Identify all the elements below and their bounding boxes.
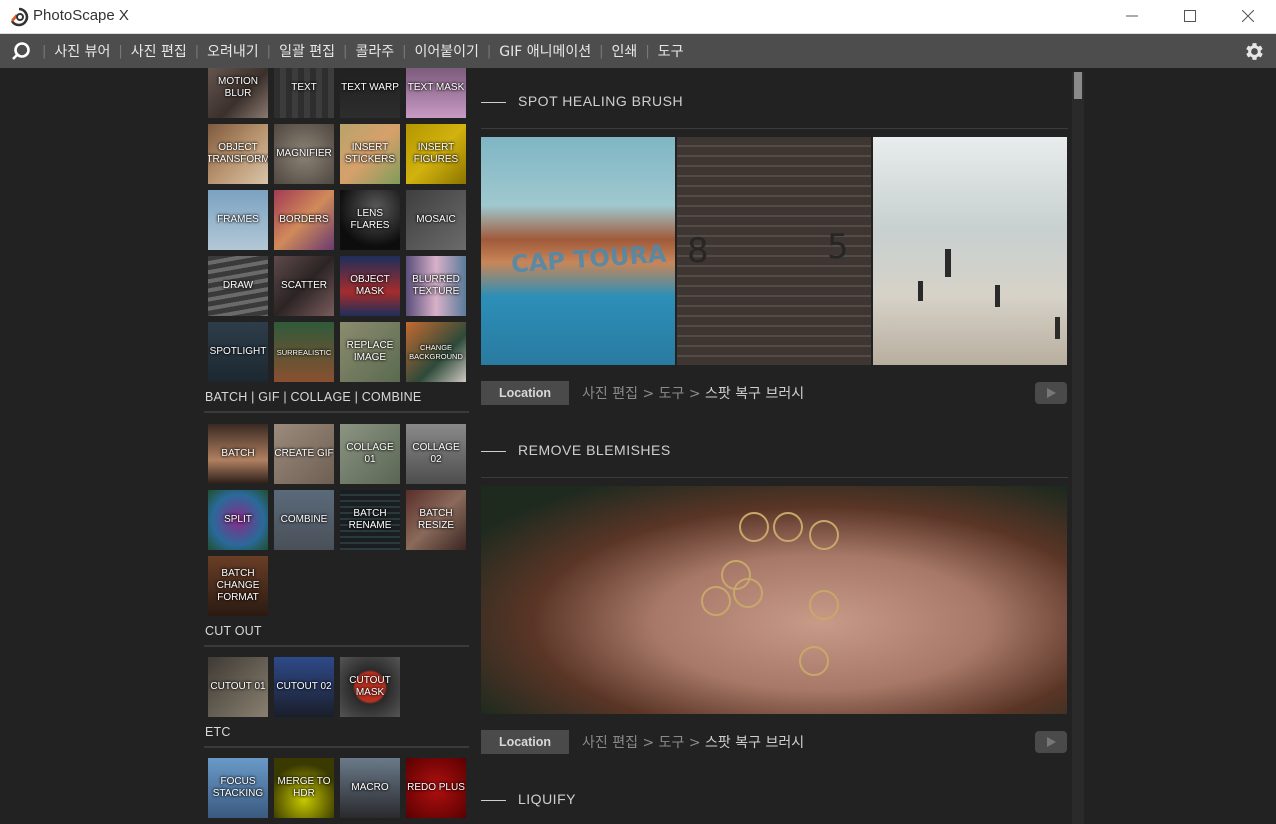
tool-collage-01[interactable]: COLLAGE 01: [340, 424, 400, 484]
tool-batch-change-format[interactable]: BATCH CHANGE FORMAT: [208, 556, 268, 616]
tool-change-background[interactable]: CHANGE BACKGROUND: [406, 322, 466, 382]
tool-object-transform[interactable]: OBJECT TRANSFORM: [208, 124, 268, 184]
menu-gif[interactable]: GIF 애니메이션: [499, 41, 591, 61]
tool-cutout-02[interactable]: CUTOUT 02: [274, 657, 334, 717]
location-path: 사진 편집 > 도구 > 스팟 복구 브러시: [582, 735, 805, 751]
tool-object-mask[interactable]: OBJECT MASK: [340, 256, 400, 316]
play-icon: [1047, 737, 1056, 747]
close-icon: [1242, 10, 1254, 22]
tool-mosaic[interactable]: MOSAIC: [406, 190, 466, 250]
maximize-icon: [1184, 10, 1196, 22]
blemish-marker: [809, 520, 839, 550]
close-button[interactable]: [1219, 0, 1276, 32]
home-logo-icon[interactable]: [10, 41, 32, 61]
scrollbar-thumb[interactable]: [1074, 72, 1082, 99]
tool-draw[interactable]: DRAW: [208, 256, 268, 316]
menu-photo-viewer[interactable]: 사진 뷰어: [54, 41, 110, 61]
tool-combine[interactable]: COMBINE: [274, 490, 334, 550]
title-bar: PhotoScape X: [0, 0, 1276, 34]
beach-people: [945, 249, 951, 277]
feature-title-remove-blemishes: REMOVE BLEMISHES: [518, 442, 671, 458]
menu-tools[interactable]: 도구: [658, 41, 684, 61]
menu-cut-out[interactable]: 오려내기: [207, 41, 259, 61]
section-divider: [204, 411, 469, 413]
tool-redo-plus[interactable]: REDO PLUS: [406, 758, 466, 818]
sample-photo-beach: [873, 137, 1067, 365]
minimize-button[interactable]: [1103, 0, 1161, 32]
section-title-cutout: CUT OUT: [205, 624, 262, 638]
blemish-marker: [809, 590, 839, 620]
sample-photo-boat: CAP TOURA: [481, 137, 675, 365]
blemish-marker: [739, 512, 769, 542]
app-logo-icon: [10, 7, 29, 27]
menu-combine[interactable]: 이어붙이기: [414, 41, 478, 61]
section-title-etc: ETC: [205, 725, 231, 739]
tool-cutout-mask[interactable]: CUTOUT MASK: [340, 657, 400, 717]
tool-motion-blur[interactable]: MOTION BLUR: [208, 68, 268, 118]
sample-photo-portrait: [481, 486, 1067, 714]
tool-insert-figures[interactable]: INSERT FIGURES: [406, 124, 466, 184]
menu-batch[interactable]: 일괄 편집: [279, 41, 335, 61]
tool-insert-stickers[interactable]: INSERT STICKERS: [340, 124, 400, 184]
menu-collage[interactable]: 콜라주: [355, 41, 394, 61]
tool-batch-rename[interactable]: BATCH RENAME: [340, 490, 400, 550]
tool-text[interactable]: TEXT: [274, 68, 334, 118]
boat-painted-text: CAP TOURA: [510, 239, 668, 279]
vertical-scrollbar[interactable]: [1072, 72, 1084, 824]
tool-replace-image[interactable]: REPLACE IMAGE: [340, 322, 400, 382]
main-menu: | 사진 뷰어 | 사진 편집 | 오려내기 | 일괄 편집 | 콜라주 | 이…: [34, 34, 683, 68]
section-divider: [204, 645, 469, 647]
feature-guide: SPOT HEALING BRUSH CAP TOURA 8 5 Locatio…: [472, 68, 1072, 824]
tool-macro[interactable]: MACRO: [340, 758, 400, 818]
tool-batch-resize[interactable]: BATCH RESIZE: [406, 490, 466, 550]
tool-blurred-texture[interactable]: BLURRED TEXTURE: [406, 256, 466, 316]
tool-grid: MOTION BLUR TEXT TEXT WARP TEXT MASK OBJ…: [204, 68, 472, 824]
section-divider: [204, 746, 469, 748]
tool-lens-flares[interactable]: LENS FLARES: [340, 190, 400, 250]
tool-magnifier[interactable]: MAGNIFIER: [274, 124, 334, 184]
blemish-marker: [799, 646, 829, 676]
tool-scatter[interactable]: SCATTER: [274, 256, 334, 316]
location-button[interactable]: Location: [481, 730, 569, 754]
tool-collage-02[interactable]: COLLAGE 02: [406, 424, 466, 484]
feature-title-spot-healing: SPOT HEALING BRUSH: [518, 93, 684, 109]
video-play-button[interactable]: [1035, 731, 1067, 753]
tool-text-mask[interactable]: TEXT MASK: [406, 68, 466, 118]
section-title-batch: BATCH | GIF | COLLAGE | COMBINE: [205, 390, 422, 404]
blemish-marker: [733, 578, 763, 608]
tool-spotlight[interactable]: SPOTLIGHT: [208, 322, 268, 382]
minimize-icon: [1126, 15, 1138, 17]
play-icon: [1047, 388, 1056, 398]
location-path: 사진 편집 > 도구 > 스팟 복구 브러시: [582, 386, 805, 402]
video-play-button[interactable]: [1035, 382, 1067, 404]
feature-title-liquify: LIQUIFY: [518, 791, 576, 807]
tool-cutout-01[interactable]: CUTOUT 01: [208, 657, 268, 717]
menu-bar: | 사진 뷰어 | 사진 편집 | 오려내기 | 일괄 편집 | 콜라주 | 이…: [0, 34, 1276, 68]
menu-print[interactable]: 인쇄: [612, 41, 638, 61]
tool-create-gif[interactable]: CREATE GIF: [274, 424, 334, 484]
window-title: PhotoScape X: [33, 7, 129, 24]
tool-surrealistic[interactable]: SURREALISTIC: [274, 322, 334, 382]
tool-merge-to-hdr[interactable]: MERGE TO HDR: [274, 758, 334, 818]
tool-frames[interactable]: FRAMES: [208, 190, 268, 250]
tool-text-warp[interactable]: TEXT WARP: [340, 68, 400, 118]
tool-focus-stacking[interactable]: FOCUS STACKING: [208, 758, 268, 818]
blemish-marker: [701, 586, 731, 616]
menu-photo-editor[interactable]: 사진 편집: [131, 41, 187, 61]
tool-split[interactable]: SPLIT: [208, 490, 268, 550]
tool-batch[interactable]: BATCH: [208, 424, 268, 484]
gear-icon[interactable]: [1243, 40, 1266, 63]
blemish-marker: [773, 512, 803, 542]
sample-photo-brick-wall: 8 5: [677, 137, 871, 365]
location-button[interactable]: Location: [481, 381, 569, 405]
maximize-button[interactable]: [1161, 0, 1219, 32]
tool-borders[interactable]: BORDERS: [274, 190, 334, 250]
